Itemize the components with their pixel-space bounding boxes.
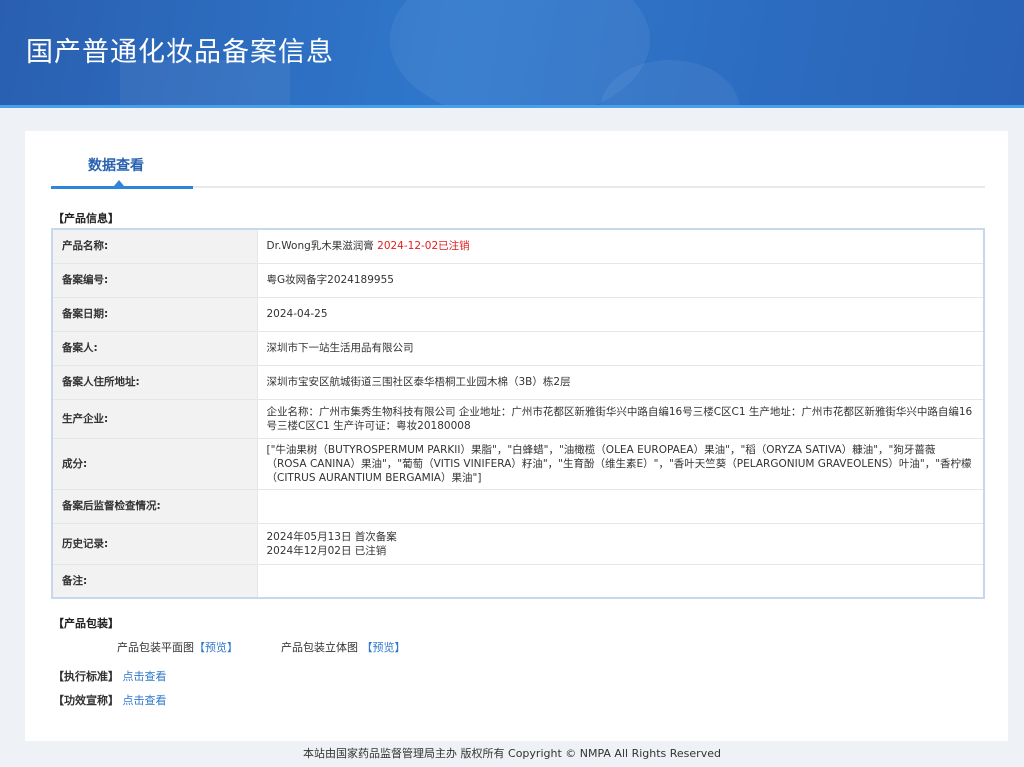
row-value: 粤G妆网备字2024189955 bbox=[256, 262, 985, 298]
standard-view-link[interactable]: 点击查看 bbox=[123, 670, 167, 683]
row-value: ["牛油果树（BUTYROSPERMUM PARKII）果脂"，"白蜂蜡"，"油… bbox=[256, 437, 985, 490]
table-row: 历史记录: 2024年05月13日 首次备案 2024年12月02日 已注销 bbox=[51, 522, 985, 565]
row-label: 历史记录: bbox=[51, 522, 258, 565]
table-row: 备案后监督检查情况: bbox=[51, 488, 985, 524]
efficacy-row: 【功效宣称】 点击查看 bbox=[53, 692, 167, 708]
history-entry: 2024年05月13日 首次备案 bbox=[266, 530, 397, 543]
standard-label: 【执行标准】 bbox=[53, 670, 119, 683]
table-row: 产品名称: Dr.Wong乳木果滋润膏 2024-12-02已注销 bbox=[51, 228, 985, 264]
row-value: 深圳市宝安区航城街道三围社区泰华梧桐工业园木棉（3B）栋2层 bbox=[256, 364, 985, 400]
packaging-solid-preview-link[interactable]: 【预览】 bbox=[362, 641, 406, 654]
row-label: 备案人住所地址: bbox=[51, 364, 258, 400]
efficacy-label: 【功效宣称】 bbox=[53, 694, 119, 707]
row-label: 备案后监督检查情况: bbox=[51, 488, 258, 524]
standard-row: 【执行标准】 点击查看 bbox=[53, 668, 167, 684]
tab-caret-icon bbox=[114, 180, 124, 186]
row-value: 企业名称：广州市集秀生物科技有限公司 企业地址：广州市花都区新雅街华兴中路自编1… bbox=[256, 398, 985, 439]
packaging-flat: 产品包装平面图【预览】 bbox=[117, 639, 238, 655]
row-value: 深圳市下一站生活用品有限公司 bbox=[256, 330, 985, 366]
table-row: 备案人: 深圳市下一站生活用品有限公司 bbox=[51, 330, 985, 366]
table-row: 备案人住所地址: 深圳市宝安区航城街道三围社区泰华梧桐工业园木棉（3B）栋2层 bbox=[51, 364, 985, 400]
page-header: 国产普通化妆品备案信息 bbox=[0, 0, 1024, 108]
row-value: 2024年05月13日 首次备案 2024年12月02日 已注销 bbox=[256, 522, 985, 565]
row-value: 2024-04-25 bbox=[256, 296, 985, 332]
tab-active-indicator bbox=[51, 186, 193, 189]
packaging-solid: 产品包装立体图 【预览】 bbox=[281, 639, 406, 655]
section-packaging: 【产品包装】 bbox=[53, 617, 119, 630]
packaging-flat-label: 产品包装平面图 bbox=[117, 641, 194, 654]
table-row: 备案日期: 2024-04-25 bbox=[51, 296, 985, 332]
efficacy-view-link[interactable]: 点击查看 bbox=[123, 694, 167, 707]
tab-data-view[interactable]: 数据查看 bbox=[88, 155, 144, 175]
table-row: 成分: ["牛油果树（BUTYROSPERMUM PARKII）果脂"，"白蜂蜡"… bbox=[51, 437, 985, 490]
row-label: 产品名称: bbox=[51, 228, 258, 264]
packaging-flat-preview-link[interactable]: 【预览】 bbox=[194, 641, 238, 654]
row-label: 备案日期: bbox=[51, 296, 258, 332]
table-row: 备注: bbox=[51, 563, 985, 599]
packaging-solid-label: 产品包装立体图 bbox=[281, 641, 358, 654]
product-info-table: 产品名称: Dr.Wong乳木果滋润膏 2024-12-02已注销 备案编号: 粤G… bbox=[51, 228, 985, 599]
table-row: 生产企业: 企业名称：广州市集秀生物科技有限公司 企业地址：广州市花都区新雅街华兴… bbox=[51, 398, 985, 439]
row-value bbox=[256, 488, 985, 524]
page-title: 国产普通化妆品备案信息 bbox=[26, 37, 334, 68]
row-label: 生产企业: bbox=[51, 398, 258, 439]
table-row: 备案编号: 粤G妆网备字2024189955 bbox=[51, 262, 985, 298]
row-label: 成分: bbox=[51, 437, 258, 490]
history-entry: 2024年12月02日 已注销 bbox=[266, 544, 387, 557]
row-label: 备注: bbox=[51, 563, 258, 599]
footer-copyright: 本站由国家药品监督管理局主办 版权所有 Copyright © NMPA All… bbox=[303, 747, 721, 760]
row-label: 备案编号: bbox=[51, 262, 258, 298]
product-name: Dr.Wong乳木果滋润膏 bbox=[266, 240, 374, 253]
section-product-info: 【产品信息】 bbox=[53, 212, 119, 225]
status-badge: 2024-12-02已注销 bbox=[377, 240, 470, 253]
row-value: Dr.Wong乳木果滋润膏 2024-12-02已注销 bbox=[256, 228, 985, 264]
row-value bbox=[256, 563, 985, 599]
row-label: 备案人: bbox=[51, 330, 258, 366]
content-card: 数据查看 【产品信息】 产品名称: Dr.Wong乳木果滋润膏 2024-12-0… bbox=[25, 131, 1008, 741]
